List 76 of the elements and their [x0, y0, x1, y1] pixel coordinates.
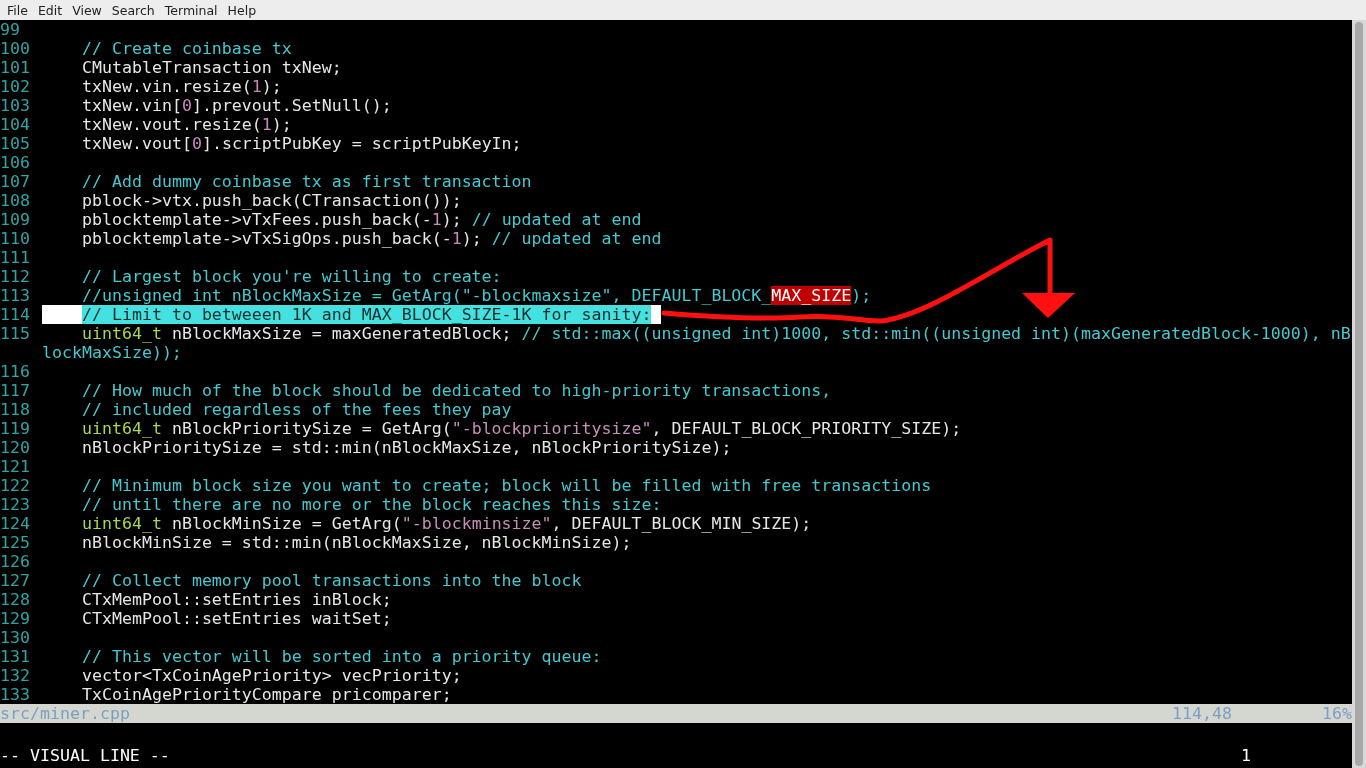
scroll-percent: 16%: [1321, 704, 1352, 723]
code-line: txNew.vin[0].prevout.SetNull();: [82, 96, 392, 115]
line-number: 130: [0, 628, 31, 647]
code-line: // Collect memory pool transactions into the block: [82, 571, 582, 590]
selection-count: 1: [1241, 746, 1252, 765]
line-number: 122: [0, 476, 31, 495]
code-line: // Create coinbase tx: [82, 39, 292, 58]
menu-item[interactable]: Terminal: [159, 2, 223, 18]
code-line: //unsigned int nBlockMaxSize = GetArg("-blockmaxsize", DEFAULT_BLOCK_MAX_SIZE);: [82, 286, 872, 305]
line-number: 109: [0, 210, 31, 229]
code-line: // included regardless of the fees they pay: [82, 400, 512, 419]
line-number: 113: [0, 286, 31, 305]
code-line: txNew.vout[0].scriptPubKey = scriptPubKeyIn;: [82, 134, 522, 153]
code-line: // until there are no more or the block reaches this size:: [82, 495, 662, 514]
code-line: pblocktemplate->vTxSigOps.push_back(-1); // updated at end: [82, 229, 662, 248]
code-line: vector<TxCoinAgePriority> vecPriority;: [82, 666, 462, 685]
code-line: uint64_t nBlockMaxSize = maxGeneratedBlock; // std::max((unsigned int)1000, std::min((unsigned int)(maxGeneratedBlock-1000), nB: [82, 324, 1351, 343]
code-line: // Add dummy coinbase tx as first transaction: [82, 172, 532, 191]
line-number: 118: [0, 400, 31, 419]
menu-item[interactable]: Search: [106, 2, 160, 18]
code-line: nBlockMinSize = std::min(nBlockMaxSize, nBlockMinSize);: [82, 533, 632, 552]
code-line: txNew.vout.resize(1);: [82, 115, 292, 134]
line-number: 116: [0, 362, 31, 381]
line-number: 115: [0, 324, 31, 343]
cursor-position: 114,48: [1172, 704, 1233, 723]
line-number: 126: [0, 552, 31, 571]
line-number: 133: [0, 685, 31, 704]
line-number: 129: [0, 609, 31, 628]
code-line: // This vector will be sorted into a priority queue:: [82, 647, 602, 666]
line-number: 105: [0, 134, 31, 153]
line-number: 121: [0, 457, 31, 476]
line-number: 125: [0, 533, 31, 552]
line-number: 108: [0, 191, 31, 210]
code-line: // Minimum block size you want to create; block will be filled with free transactions: [82, 476, 932, 495]
code-line: uint64_t nBlockPrioritySize = GetArg("-blockprioritysize", DEFAULT_BLOCK_PRIORITY_SIZE);: [82, 419, 962, 438]
line-number: 111: [0, 248, 31, 267]
code-line: // How much of the block should be dedicated to high-priority transactions,: [82, 381, 832, 400]
menu-item[interactable]: Help: [222, 2, 262, 18]
line-number: 119: [0, 419, 31, 438]
line-number: 112: [0, 267, 31, 286]
line-number: 123: [0, 495, 31, 514]
code-line: pblocktemplate->vTxFees.push_back(-1); // updated at end: [82, 210, 642, 229]
line-number: 132: [0, 666, 31, 685]
menu-item[interactable]: View: [67, 2, 107, 18]
line-number: 103: [0, 96, 31, 115]
code-line: pblock->vtx.push_back(CTransaction());: [82, 191, 462, 210]
selection-highlight: [42, 305, 82, 324]
line-number: 101: [0, 58, 31, 77]
line-number: 99: [0, 20, 21, 39]
file-name: src/miner.cpp: [0, 704, 131, 723]
code-line: CTxMemPool::setEntries inBlock;: [82, 590, 392, 609]
code-line: nBlockPrioritySize = std::min(nBlockMaxSize, nBlockPrioritySize);: [82, 438, 732, 457]
line-number: 100: [0, 39, 31, 58]
line-number: 104: [0, 115, 31, 134]
code-line: CTxMemPool::setEntries waitSet;: [82, 609, 392, 628]
line-number: 106: [0, 153, 31, 172]
menu-item[interactable]: Edit: [32, 2, 68, 18]
line-number: 102: [0, 77, 31, 96]
line-number: 124: [0, 514, 31, 533]
line-number: 107: [0, 172, 31, 191]
code-line: lockMaxSize));: [42, 343, 182, 362]
line-number: 127: [0, 571, 31, 590]
line-number: 110: [0, 229, 31, 248]
line-number: 114: [0, 305, 31, 324]
code-line: // Largest block you're willing to create:: [82, 267, 502, 286]
code-line: TxCoinAgePriorityCompare pricomparer;: [82, 685, 452, 704]
menu-item[interactable]: File: [2, 2, 33, 18]
mode-indicator: -- VISUAL LINE --: [0, 746, 171, 765]
line-number: 131: [0, 647, 31, 666]
code-line: txNew.vin.resize(1);: [82, 77, 282, 96]
code-line: uint64_t nBlockMinSize = GetArg("-blockminsize", DEFAULT_BLOCK_MIN_SIZE);: [82, 514, 812, 533]
line-number: 128: [0, 590, 31, 609]
code-line: CMutableTransaction txNew;: [82, 58, 342, 77]
text-cursor: [651, 305, 662, 324]
line-number: 117: [0, 381, 31, 400]
line-number: 120: [0, 438, 31, 457]
